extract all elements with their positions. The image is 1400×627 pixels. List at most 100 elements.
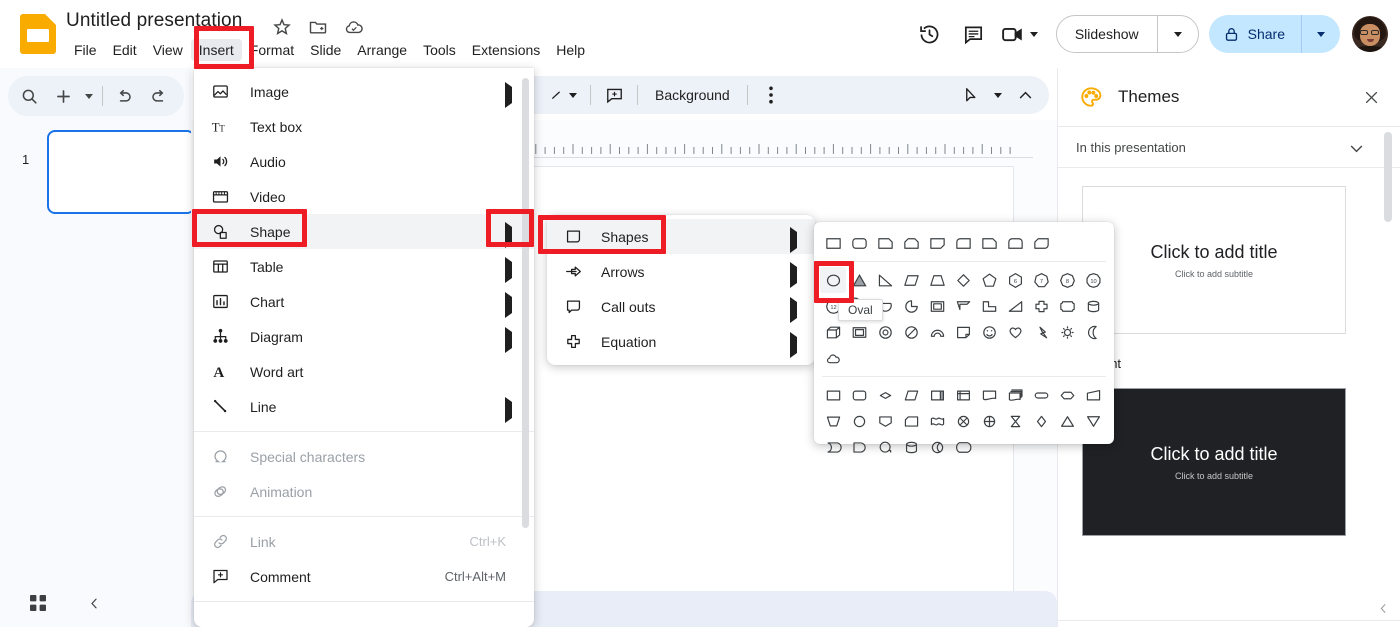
shape-cell-rectangle[interactable] (820, 230, 846, 256)
shape-cell-block-arc[interactable] (924, 319, 950, 345)
expand-corner-icon[interactable] (1370, 595, 1396, 621)
shape-cell-flowchart-delay[interactable] (846, 434, 872, 460)
share-dropdown-arrow[interactable] (1302, 15, 1340, 53)
video-camera-icon[interactable] (996, 12, 1030, 56)
star-icon[interactable] (272, 17, 292, 37)
shape-cell-right-triangle[interactable] (872, 267, 898, 293)
submenu-item-equation[interactable]: Equation (547, 324, 815, 359)
shape-cell-round-single-corner-rectangle[interactable] (950, 230, 976, 256)
shape-cell-flowchart-summing-junction[interactable] (950, 408, 976, 434)
submenu-item-arrows[interactable]: Arrows (547, 254, 815, 289)
shape-cell-flowchart-decision[interactable] (872, 382, 898, 408)
shape-cell-bevel[interactable] (846, 319, 872, 345)
shape-cell-moon[interactable] (1080, 319, 1106, 345)
menu-help[interactable]: Help (548, 39, 593, 61)
shape-cell-flowchart-extract[interactable] (1054, 408, 1080, 434)
menu-item-chart[interactable]: Chart (194, 284, 534, 319)
shape-cell-flowchart-card[interactable] (898, 408, 924, 434)
shape-cell-L-shape[interactable] (976, 293, 1002, 319)
shape-cell-snip-and-round-rectangle[interactable] (976, 230, 1002, 256)
menu-item-link[interactable]: Link Ctrl+K (194, 524, 534, 559)
shape-cell-smiley-face[interactable] (976, 319, 1002, 345)
meet-dropdown-arrow[interactable] (1029, 31, 1038, 37)
plus-icon[interactable] (46, 79, 80, 113)
shape-cell-flowchart-punched-tape[interactable] (924, 408, 950, 434)
three-dots-vertical-icon[interactable] (755, 79, 787, 111)
avatar[interactable] (1352, 16, 1388, 52)
menu-edit[interactable]: Edit (105, 39, 145, 61)
menu-item-diagram[interactable]: Diagram (194, 319, 534, 354)
menu-item-shape[interactable]: Shape (194, 214, 534, 249)
shape-cell-flowchart-internal-storage[interactable] (950, 382, 976, 408)
menu-item-text-box[interactable]: T T Text box (194, 109, 534, 144)
shape-cell-diagonal-stripe[interactable] (1002, 293, 1028, 319)
shape-cell-flowchart-sort[interactable] (1028, 408, 1054, 434)
slideshow-button[interactable]: Slideshow (1055, 15, 1199, 53)
redo-icon[interactable] (141, 79, 175, 113)
shape-cell-flowchart-or[interactable] (976, 408, 1002, 434)
shape-cell-flowchart-manual-input[interactable] (1080, 382, 1106, 408)
menu-tools[interactable]: Tools (415, 39, 464, 61)
shape-cell-snip-single-corner-rectangle[interactable] (872, 230, 898, 256)
shape-cell-decagon-10[interactable]: 10 (1080, 267, 1106, 293)
shape-cell-lightning-bolt[interactable] (1028, 319, 1054, 345)
menu-item-special-characters[interactable]: Special characters (194, 439, 534, 474)
menu-insert[interactable]: Insert (190, 39, 242, 61)
shape-cell-flowchart-direct-access-storage[interactable] (924, 434, 950, 460)
menu-format[interactable]: Format (242, 39, 302, 61)
shape-cell-flowchart-manual-operation[interactable] (820, 408, 846, 434)
shape-cell-cross[interactable] (1028, 293, 1054, 319)
share-button[interactable]: Share (1208, 15, 1340, 53)
document-title[interactable]: Untitled presentation (66, 10, 242, 32)
shape-cell-flowchart-stored-data[interactable] (820, 434, 846, 460)
line-weight-icon[interactable] (549, 79, 563, 111)
background-button[interactable]: Background (645, 87, 740, 103)
collapse-filmstrip-icon[interactable] (76, 585, 112, 621)
shape-cell-donut[interactable] (872, 319, 898, 345)
shape-cell-pentagon[interactable] (976, 267, 1002, 293)
shape-cell-flowchart-merge[interactable] (1080, 408, 1106, 434)
menu-item-video[interactable]: Video (194, 179, 534, 214)
cursor-dropdown-arrow[interactable] (989, 79, 1007, 111)
shape-cell-frame[interactable] (924, 293, 950, 319)
menu-item-audio[interactable]: Audio (194, 144, 534, 179)
comment-history-icon[interactable] (952, 12, 996, 56)
submenu-item-call-outs[interactable]: Call outs (547, 289, 815, 324)
grid-view-icon[interactable] (20, 585, 56, 621)
move-to-folder-icon[interactable] (308, 17, 328, 37)
shape-cell-hexagon-6[interactable]: 6 (1002, 267, 1028, 293)
menu-arrange[interactable]: Arrange (349, 39, 415, 61)
add-comment-icon[interactable] (598, 79, 630, 111)
shape-cell-triangle-shaded[interactable] (846, 267, 872, 293)
theme-card-dark[interactable]: Click to add title Click to add subtitle (1082, 388, 1346, 536)
scrollbar[interactable] (522, 78, 529, 528)
menu-item-line[interactable]: Line (194, 389, 534, 424)
shape-cell-oval[interactable] (820, 267, 846, 293)
chevron-down-icon[interactable] (563, 79, 583, 111)
chevron-up-icon[interactable] (1009, 79, 1041, 111)
slide-thumbnail[interactable] (47, 130, 195, 214)
chevron-down-icon[interactable] (1348, 140, 1365, 162)
menu-file[interactable]: File (66, 39, 105, 61)
menu-item-table[interactable]: Table (194, 249, 534, 284)
shape-cell-cloud[interactable] (820, 345, 846, 371)
shape-cell-flowchart-magnetic-disk[interactable] (898, 434, 924, 460)
shape-cell-can[interactable] (1080, 293, 1106, 319)
shape-cell-flowchart-document[interactable] (976, 382, 1002, 408)
shape-cell-flowchart-off-page-connector[interactable] (872, 408, 898, 434)
list-item[interactable]: 1 (0, 130, 195, 218)
select-cursor-icon[interactable] (955, 79, 987, 111)
shape-cell-plaque[interactable] (1054, 293, 1080, 319)
shape-cell-teardrop[interactable] (898, 293, 924, 319)
scrollbar[interactable] (1384, 132, 1392, 222)
theme-scope-select[interactable]: In this presentation (1058, 126, 1400, 168)
shape-cell-diamond[interactable] (950, 267, 976, 293)
shape-cell-flowchart-preparation[interactable] (1054, 382, 1080, 408)
shape-cell-flowchart-terminator[interactable] (1028, 382, 1054, 408)
search-icon[interactable] (12, 79, 46, 113)
shape-cell-round-diagonal-corner-rectangle[interactable] (898, 230, 924, 256)
menu-item-comment[interactable]: Comment Ctrl+Alt+M (194, 559, 534, 594)
shape-cell-flowchart-display[interactable] (950, 434, 976, 460)
shape-cell-flowchart-process[interactable] (820, 382, 846, 408)
version-history-icon[interactable] (908, 12, 952, 56)
